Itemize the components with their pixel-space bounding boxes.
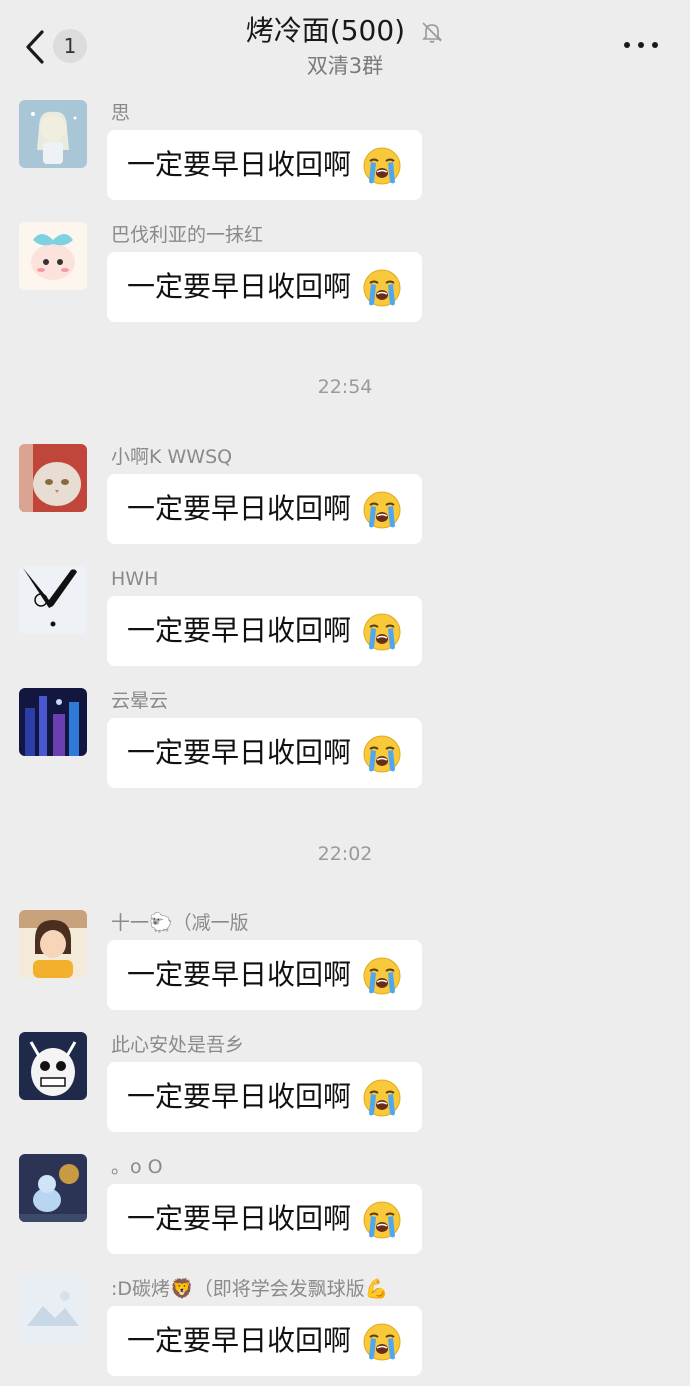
nickname: 小啊K WWSQ (111, 446, 233, 468)
avatar[interactable] (19, 1276, 87, 1344)
message-text: 一定要早日收回啊 (127, 614, 352, 647)
nickname: 此心安处是吾乡 (111, 1034, 245, 1056)
avatar[interactable] (19, 688, 87, 756)
message-bubble[interactable]: 一定要早日收回啊 (107, 718, 422, 788)
message-item: 小啊K WWSQ 一定要早日收回啊 (0, 444, 690, 554)
message-item: 。o O 一定要早日收回啊 (0, 1154, 690, 1264)
message-bubble[interactable]: 一定要早日收回啊 (107, 252, 422, 322)
message-bubble[interactable]: 一定要早日收回啊 (107, 474, 422, 544)
avatar[interactable] (19, 910, 87, 978)
avatar[interactable] (19, 1032, 87, 1100)
crying-face-icon (362, 146, 402, 186)
chat-title: 烤冷面(500) (245, 14, 406, 47)
avatar[interactable] (19, 1154, 87, 1222)
avatar[interactable] (19, 566, 87, 634)
message-item: 思 一定要早日收回啊 (0, 100, 690, 210)
nickname: :D碳烤🦁（即将学会发飘球版💪 (111, 1278, 389, 1300)
message-text: 一定要早日收回啊 (127, 492, 352, 525)
nickname: 巴伐利亚的一抹红 (111, 224, 264, 246)
timestamp: 22:02 (317, 843, 373, 865)
message-item: 十一🐑（减一版 一定要早日收回啊 (0, 910, 690, 1020)
crying-face-icon (362, 490, 402, 530)
avatar[interactable] (19, 444, 87, 512)
message-item: 巴伐利亚的一抹红 一定要早日收回啊 (0, 222, 690, 332)
more-dot (652, 42, 658, 48)
crying-face-icon (362, 1078, 402, 1118)
message-bubble[interactable]: 一定要早日收回啊 (107, 596, 422, 666)
crying-face-icon (362, 268, 402, 308)
avatar[interactable] (19, 222, 87, 290)
nickname: 。o O (111, 1156, 163, 1178)
message-item: 云晕云 一定要早日收回啊 (0, 688, 690, 798)
nickname: 云晕云 (111, 690, 169, 712)
message-item: 此心安处是吾乡 一定要早日收回啊 (0, 1032, 690, 1142)
message-bubble[interactable]: 一定要早日收回啊 (107, 940, 422, 1010)
message-text: 一定要早日收回啊 (127, 1202, 352, 1235)
crying-face-icon (362, 956, 402, 996)
message-bubble[interactable]: 一定要早日收回啊 (107, 1306, 422, 1376)
title-area: 烤冷面(500) (0, 12, 690, 50)
message-text: 一定要早日收回啊 (127, 1080, 352, 1113)
timestamp: 22:54 (317, 376, 373, 398)
message-text: 一定要早日收回啊 (127, 1324, 352, 1357)
chat-header: 1 烤冷面(500) 双清3群 (0, 0, 690, 90)
bell-off-icon (422, 21, 443, 43)
more-dot (638, 42, 644, 48)
message-item: :D碳烤🦁（即将学会发飘球版💪 一定要早日收回啊 (0, 1276, 690, 1386)
avatar[interactable] (19, 100, 87, 168)
message-text: 一定要早日收回啊 (127, 270, 352, 303)
crying-face-icon (362, 612, 402, 652)
message-text: 一定要早日收回啊 (127, 736, 352, 769)
message-bubble[interactable]: 一定要早日收回啊 (107, 1184, 422, 1254)
crying-face-icon (362, 734, 402, 774)
message-bubble[interactable]: 一定要早日收回啊 (107, 1062, 422, 1132)
message-item: HWH 一定要早日收回啊 (0, 566, 690, 676)
message-text: 一定要早日收回啊 (127, 148, 352, 181)
message-bubble[interactable]: 一定要早日收回啊 (107, 130, 422, 200)
nickname: 思 (111, 102, 131, 124)
more-button[interactable] (624, 38, 660, 52)
nickname: 十一🐑（减一版 (111, 912, 249, 934)
chat-subtitle: 双清3群 (306, 54, 384, 78)
crying-face-icon (362, 1200, 402, 1240)
more-horizontal-icon (624, 42, 630, 48)
message-text: 一定要早日收回啊 (127, 958, 352, 991)
crying-face-icon (362, 1322, 402, 1362)
nickname: HWH (111, 568, 159, 590)
